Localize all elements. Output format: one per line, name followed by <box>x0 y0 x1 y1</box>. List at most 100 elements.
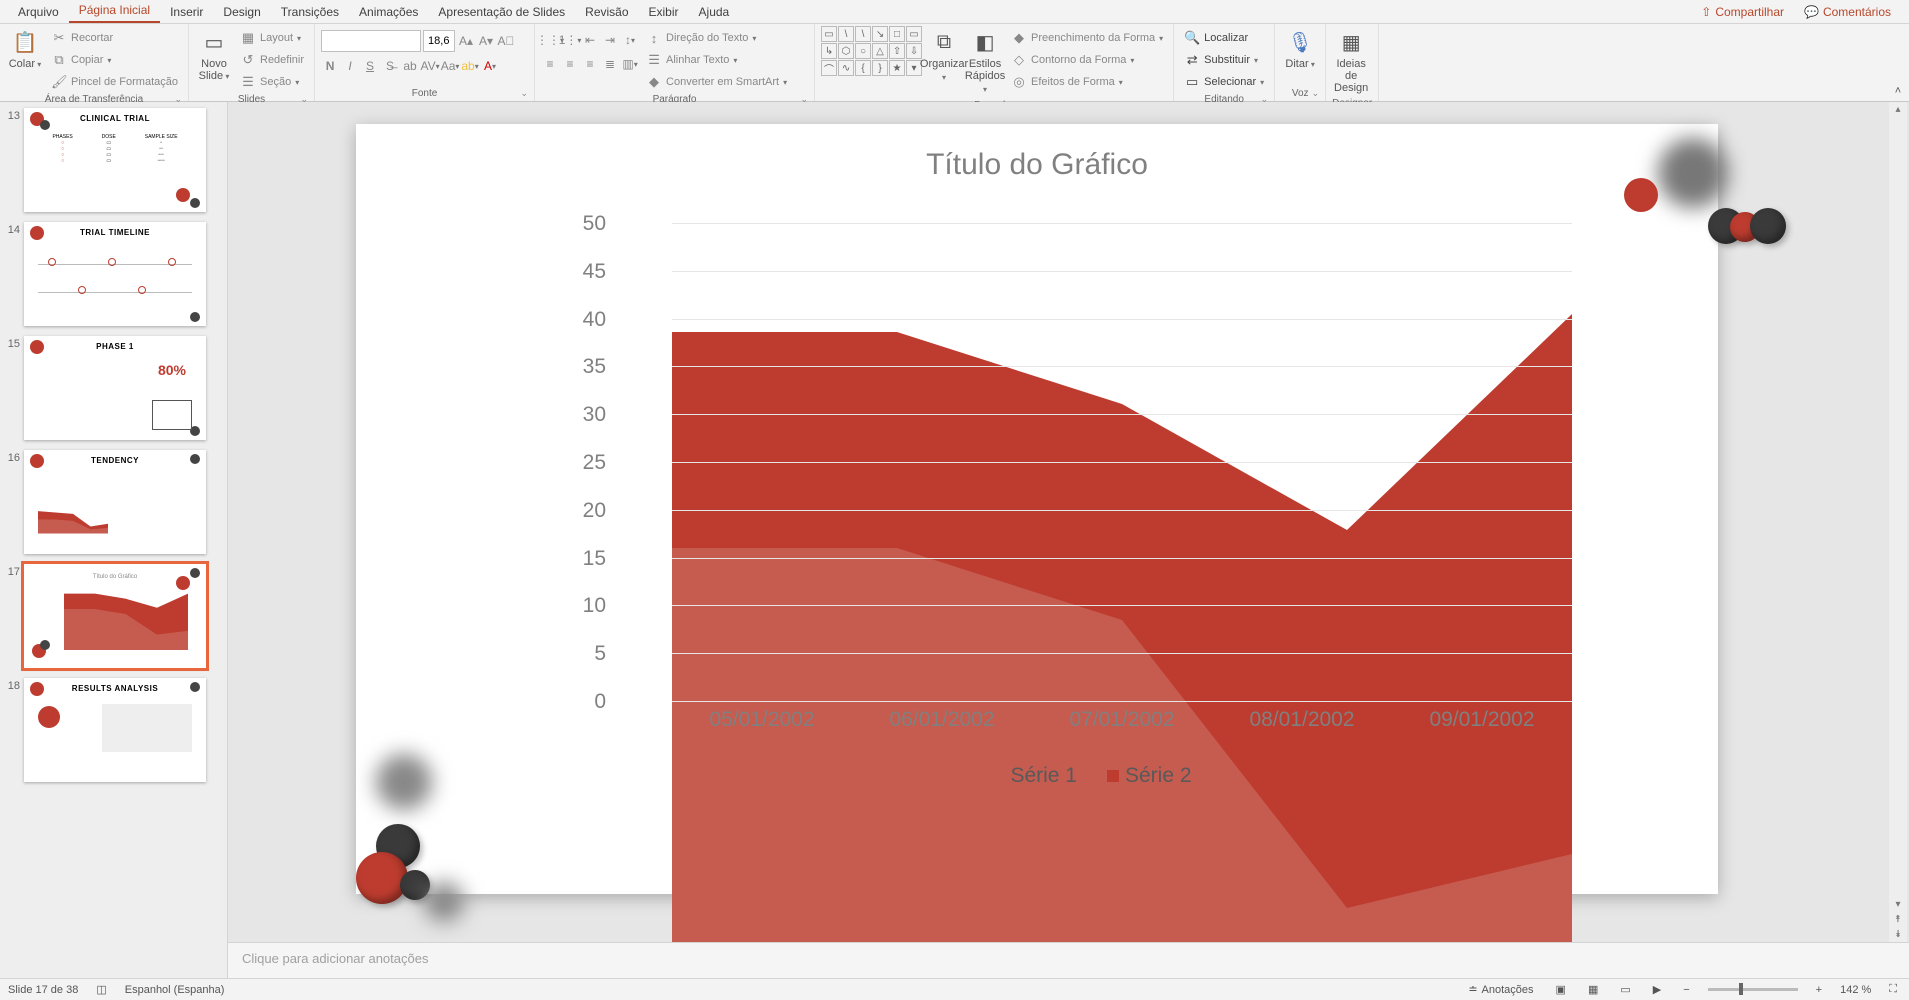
shape-outline-button[interactable]: ◇Contorno da Forma <box>1007 50 1167 70</box>
increase-font-button[interactable]: A▴ <box>457 31 475 51</box>
decrease-font-button[interactable]: A▾ <box>477 31 495 51</box>
tab-transicoes[interactable]: Transições <box>271 1 349 23</box>
shadow-button[interactable]: ab <box>401 56 419 76</box>
slide-thumbnail[interactable]: 17 Título do Gráfico <box>2 564 217 668</box>
new-slide-button[interactable]: ▭ Novo Slide <box>195 26 233 85</box>
convert-smartart-button[interactable]: ◆Converter em SmartArt <box>642 72 791 92</box>
bullets-button[interactable]: ⋮⋮ <box>541 30 559 50</box>
shape-cell[interactable]: ○ <box>855 43 871 59</box>
align-left-button[interactable]: ≡ <box>541 54 559 74</box>
justify-button[interactable]: ≣ <box>601 54 619 74</box>
tab-ajuda[interactable]: Ajuda <box>689 1 740 23</box>
dictate-button[interactable]: 🎙 Ditar <box>1281 26 1319 73</box>
copy-button[interactable]: ⧉Copiar <box>47 50 182 70</box>
language-label[interactable]: Espanhol (Espanha) <box>125 984 225 996</box>
indent-increase-button[interactable]: ⇥ <box>601 30 619 50</box>
font-family-input[interactable] <box>321 30 421 52</box>
reset-button[interactable]: ↺Redefinir <box>236 50 308 70</box>
tab-exibir[interactable]: Exibir <box>639 1 689 23</box>
slide-thumbnail[interactable]: 15 PHASE 1 80% <box>2 336 217 440</box>
prev-slide-button[interactable]: ⯭ <box>1893 912 1903 927</box>
format-painter-button[interactable]: 🖌Pincel de Formatação <box>47 72 182 92</box>
shape-cell[interactable]: ⇧ <box>889 43 905 59</box>
zoom-value[interactable]: 142 % <box>1840 984 1871 996</box>
slide-thumbnail[interactable]: 18 RESULTS ANALYSIS <box>2 678 217 782</box>
text-direction-button[interactable]: ↕Direção do Texto <box>642 28 791 48</box>
columns-button[interactable]: ▥ <box>621 54 639 74</box>
slide[interactable]: Título do Gráfico 05101520253035404550 0… <box>356 124 1718 894</box>
align-text-button[interactable]: ☰Alinhar Texto <box>642 50 791 70</box>
design-ideas-button[interactable]: ▦ Ideias de Design <box>1332 26 1370 96</box>
layout-button[interactable]: ▦Layout <box>236 28 308 48</box>
tab-apresentacao[interactable]: Apresentação de Slides <box>428 1 575 23</box>
find-button[interactable]: 🔍Localizar <box>1180 28 1268 48</box>
comments-button[interactable]: 💬Comentários <box>1794 1 1901 23</box>
highlight-button[interactable]: ab <box>461 56 479 76</box>
section-button[interactable]: ☰Seção <box>236 72 308 92</box>
shape-cell[interactable]: ▭ <box>906 26 922 42</box>
align-center-button[interactable]: ≡ <box>561 54 579 74</box>
slide-thumbnail[interactable]: 13 CLINICAL TRIAL PHASES○○○○ DOSE▭▭▭▭ SA… <box>2 108 217 212</box>
scroll-up-button[interactable]: ▴ <box>1893 102 1902 117</box>
line-spacing-button[interactable]: ↕ <box>621 30 639 50</box>
collapse-ribbon-button[interactable]: ˄ <box>1887 24 1909 101</box>
indent-decrease-button[interactable]: ⇤ <box>581 30 599 50</box>
notes-button[interactable]: ≐ Anotações <box>1464 983 1537 996</box>
cut-button[interactable]: ✂Recortar <box>47 28 182 48</box>
shape-cell[interactable]: ∿ <box>838 60 854 76</box>
case-button[interactable]: Aa <box>441 56 459 76</box>
shape-cell[interactable]: ★ <box>889 60 905 76</box>
italic-button[interactable]: I <box>341 56 359 76</box>
tab-animacoes[interactable]: Animações <box>349 1 428 23</box>
underline-button[interactable]: S <box>361 56 379 76</box>
vertical-scrollbar[interactable]: ▴ ▾ ⯭ ⯯ <box>1889 102 1907 942</box>
tab-design[interactable]: Design <box>213 1 270 23</box>
sorter-view-button[interactable]: ▦ <box>1584 983 1602 996</box>
shape-cell[interactable]: ⇩ <box>906 43 922 59</box>
tab-revisao[interactable]: Revisão <box>575 1 638 23</box>
shape-cell[interactable]: ↳ <box>821 43 837 59</box>
strike-button[interactable]: S̶ <box>381 56 399 76</box>
next-slide-button[interactable]: ⯯ <box>1893 927 1903 942</box>
spacing-button[interactable]: AV <box>421 56 439 76</box>
tab-inserir[interactable]: Inserir <box>160 1 213 23</box>
quick-styles-button[interactable]: ◧ Estilos Rápidos <box>966 26 1004 98</box>
shape-cell[interactable]: ▭ <box>821 26 837 42</box>
align-right-button[interactable]: ≡ <box>581 54 599 74</box>
shape-fill-button[interactable]: ◆Preenchimento da Forma <box>1007 28 1167 48</box>
shape-cell[interactable]: { <box>855 60 871 76</box>
bold-button[interactable]: N <box>321 56 339 76</box>
replace-button[interactable]: ⇄Substituir <box>1180 50 1268 70</box>
tab-pagina-inicial[interactable]: Página Inicial <box>69 0 160 23</box>
slideshow-button[interactable]: ▶ <box>1649 983 1665 996</box>
shapes-gallery[interactable]: ▭\\↘□▭ ↳⬡○△⇧⇩ ⌒∿{}★▾ <box>821 26 922 76</box>
accessibility-button[interactable]: ◫ <box>92 983 110 996</box>
font-size-input[interactable] <box>423 30 455 52</box>
zoom-in-button[interactable]: + <box>1812 984 1826 996</box>
normal-view-button[interactable]: ▣ <box>1552 983 1570 996</box>
zoom-slider[interactable] <box>1708 988 1798 991</box>
select-button[interactable]: ▭Selecionar <box>1180 72 1268 92</box>
shape-cell[interactable]: ⬡ <box>838 43 854 59</box>
canvas-area[interactable]: Título do Gráfico 05101520253035404550 0… <box>228 102 1909 942</box>
zoom-out-button[interactable]: − <box>1679 984 1693 996</box>
font-color-button[interactable]: A <box>481 56 499 76</box>
shape-cell[interactable]: } <box>872 60 888 76</box>
thumbnail-panel[interactable]: 13 CLINICAL TRIAL PHASES○○○○ DOSE▭▭▭▭ SA… <box>0 102 228 978</box>
shape-cell[interactable]: ↘ <box>872 26 888 42</box>
shape-cell[interactable]: \ <box>838 26 854 42</box>
fit-button[interactable]: ⛶ <box>1885 983 1901 996</box>
shape-cell[interactable]: □ <box>889 26 905 42</box>
shape-cell[interactable]: ⌒ <box>821 60 837 76</box>
notes-area[interactable]: Clique para adicionar anotações <box>228 942 1909 978</box>
shape-cell[interactable]: △ <box>872 43 888 59</box>
scroll-down-button[interactable]: ▾ <box>1893 897 1902 912</box>
numbering-button[interactable]: 1⋮ <box>561 30 579 50</box>
reading-view-button[interactable]: ▭ <box>1616 983 1634 996</box>
share-button[interactable]: ⇧Compartilhar <box>1691 1 1794 23</box>
paste-button[interactable]: 📋 Colar <box>6 26 44 73</box>
slide-thumbnail[interactable]: 16 TENDENCY <box>2 450 217 554</box>
arrange-button[interactable]: ⧉ Organizar <box>925 26 963 86</box>
tab-arquivo[interactable]: Arquivo <box>8 1 69 23</box>
clear-format-button[interactable]: A⃠ <box>497 31 515 51</box>
